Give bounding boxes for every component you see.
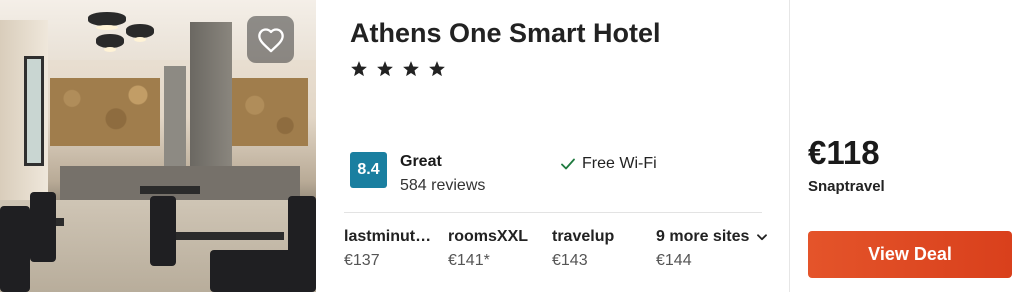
- photo-chair: [150, 196, 176, 266]
- amenity-label: Free Wi-Fi: [582, 155, 657, 172]
- heart-icon: [257, 27, 284, 52]
- rating-word: Great: [400, 153, 442, 170]
- photo-stone-wall: [50, 78, 160, 146]
- star-icon: [403, 61, 419, 77]
- column-separator: [789, 0, 790, 292]
- site-offer[interactable]: travelup €143: [552, 228, 652, 270]
- chevron-down-icon: [757, 233, 768, 240]
- photo-stone-wall: [232, 78, 308, 146]
- more-sites-dropdown[interactable]: 9 more sites €144: [656, 228, 768, 270]
- star-rating: [350, 60, 446, 78]
- deal-provider: Snaptravel: [808, 178, 885, 195]
- check-icon: [561, 158, 575, 170]
- more-sites-label: 9 more sites: [656, 228, 750, 245]
- photo-lamp: [96, 34, 124, 52]
- photo-pillar: [164, 66, 186, 166]
- star-icon: [429, 61, 445, 77]
- divider: [344, 212, 762, 213]
- review-count[interactable]: 584 reviews: [400, 177, 485, 195]
- photo-chair: [30, 192, 56, 262]
- amenity-wifi: Free Wi-Fi: [561, 155, 657, 173]
- star-icon: [377, 61, 393, 77]
- photo-chair: [0, 206, 30, 292]
- hotel-card: Athens One Smart Hotel 8.4 Great 584 rev…: [0, 0, 1024, 292]
- photo-table: [168, 232, 284, 240]
- site-price: €137: [344, 252, 380, 269]
- rating-score-badge: 8.4: [350, 152, 387, 188]
- photo-chair: [210, 250, 300, 292]
- hotel-photo[interactable]: [0, 0, 316, 292]
- photo-table: [140, 186, 200, 194]
- photo-window: [24, 56, 44, 166]
- site-price: €143: [552, 252, 588, 269]
- favorite-button[interactable]: [247, 16, 294, 63]
- photo-chair: [288, 196, 316, 292]
- hotel-name[interactable]: Athens One Smart Hotel: [350, 18, 661, 49]
- site-name: travelup: [552, 228, 615, 245]
- site-offer[interactable]: roomsXXL €141*: [448, 228, 548, 270]
- site-name: lastminut…: [344, 228, 432, 245]
- photo-lamp: [88, 12, 126, 30]
- site-offer[interactable]: lastminut… €137: [344, 228, 444, 270]
- site-name: roomsXXL: [448, 228, 529, 245]
- deal-price: €118: [808, 134, 880, 171]
- view-deal-button[interactable]: View Deal: [808, 231, 1012, 278]
- photo-lamp: [126, 24, 154, 42]
- site-price: €141*: [448, 252, 490, 269]
- more-sites-price: €144: [656, 252, 692, 269]
- star-icon: [351, 61, 367, 77]
